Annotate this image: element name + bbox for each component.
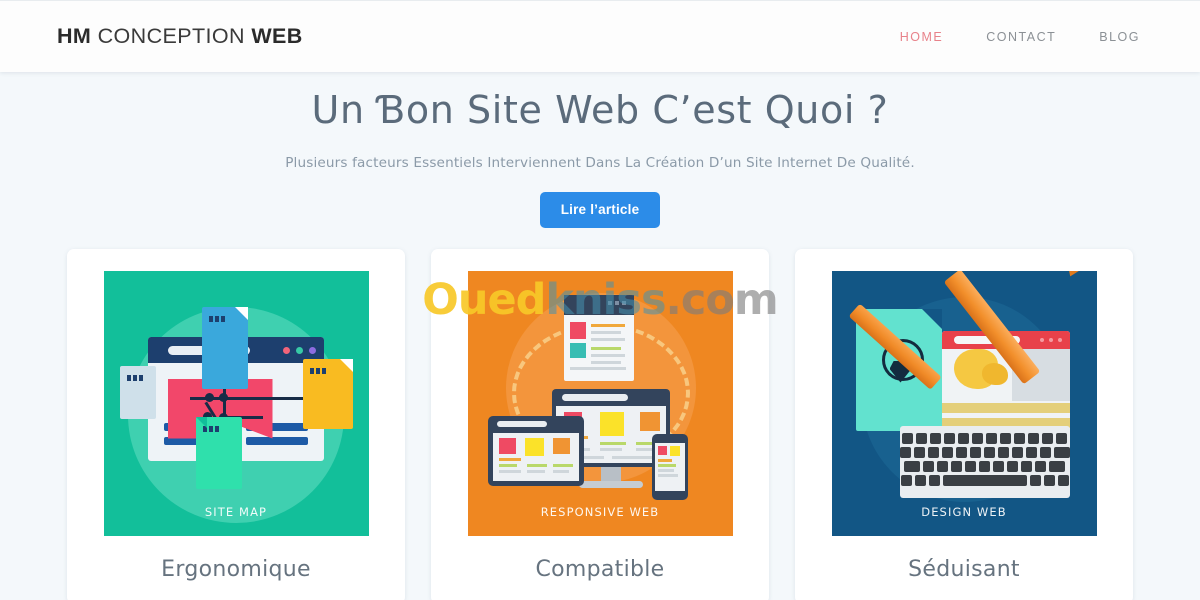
sitemap-page-card — [195, 416, 242, 489]
figure-caption-responsive: RESPONSIVE WEB — [540, 504, 660, 519]
tablet-url-bar — [496, 420, 547, 427]
browser-dot-red-icon — [282, 346, 290, 354]
monitor-base — [578, 480, 643, 488]
feature-card-ergonomique[interactable]: SITE MAP Ergonomique — [67, 248, 405, 600]
document-header — [563, 294, 634, 315]
card-title-ergonomique: Ergonomique — [161, 556, 311, 582]
sitemap-page-card — [119, 365, 156, 419]
responsive-document — [563, 294, 634, 381]
document-block-teal — [569, 342, 586, 358]
tablet-screen — [492, 432, 579, 481]
keyboard-row — [904, 460, 1065, 472]
sitemap-node — [204, 392, 214, 402]
nav-item-contact[interactable]: CONTACT — [986, 30, 1056, 44]
page-title: Un Ɓon Site Web C’est Quoi ? — [311, 88, 889, 132]
keyboard-row — [899, 446, 1070, 458]
brush-tip-icon — [1062, 271, 1087, 278]
hero-subtitle: Plusieurs facteurs Essentiels Intervienn… — [285, 154, 915, 171]
responsive-tablet — [487, 415, 584, 486]
feature-card-compatible[interactable]: RESPONSIVE WEB Compatible — [431, 248, 769, 600]
browser-dot-green-icon — [295, 346, 303, 354]
responsive-web-illustration: RESPONSIVE WEB — [467, 270, 733, 536]
feature-cards-row: SITE MAP Ergonomique RESPONSIVE WEB Comp… — [0, 248, 1200, 600]
design-web-illustration: DESIGN WEB — [831, 270, 1097, 536]
responsive-phone — [651, 433, 688, 500]
brand-part-2: CONCEPTION — [91, 24, 252, 48]
sitemap-page-card — [201, 306, 248, 389]
brand-part-1: HM — [57, 24, 92, 48]
nav-item-home[interactable]: HOME — [900, 30, 944, 44]
feature-card-seduisant[interactable]: DESIGN WEB Séduisant — [795, 248, 1133, 600]
keyboard-illustration — [899, 425, 1070, 498]
window-yellow-band — [941, 402, 1070, 413]
figure-caption-sitemap: SITE MAP — [204, 504, 268, 519]
sitemap-page-card — [302, 358, 353, 429]
phone-screen — [654, 442, 685, 491]
card-title-compatible: Compatible — [535, 556, 665, 582]
hero-section: Un Ɓon Site Web C’est Quoi ? Plusieurs f… — [0, 72, 1200, 228]
brand-part-3: WEB — [251, 24, 303, 48]
paint-splash — [981, 362, 1008, 385]
keyboard-row — [902, 432, 1067, 444]
browser-dot-purple-icon — [308, 346, 316, 354]
content-line — [245, 436, 308, 445]
monitor-url-bar — [561, 393, 628, 401]
sitemap-illustration: SITE MAP — [103, 270, 369, 536]
brand-logo[interactable]: HM CONCEPTION WEB — [57, 24, 303, 49]
main-navigation: HOME CONTACT BLOG — [900, 30, 1140, 44]
document-block-red — [569, 321, 586, 339]
read-article-button[interactable]: Lire l’article — [539, 191, 661, 228]
keyboard-row — [900, 474, 1069, 486]
figure-caption-design: DESIGN WEB — [921, 504, 1007, 519]
sitemap-node — [218, 392, 228, 402]
nav-item-blog[interactable]: BLOG — [1099, 30, 1140, 44]
card-title-seduisant: Séduisant — [908, 556, 1020, 582]
site-header: HM CONCEPTION WEB HOME CONTACT BLOG — [0, 0, 1200, 72]
